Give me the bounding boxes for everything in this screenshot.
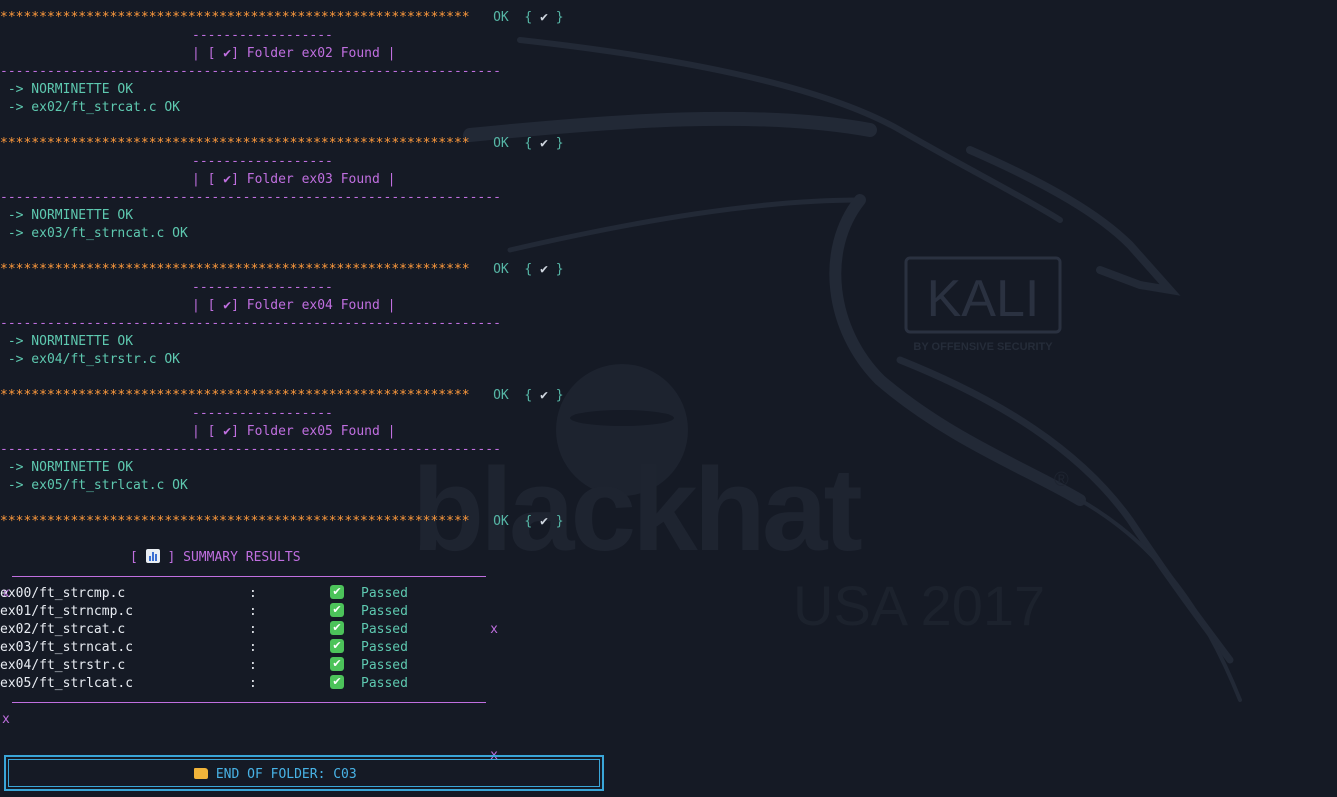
check-box-icon: ✔ bbox=[330, 585, 344, 599]
end-of-folder-label: END OF FOLDER: C03 bbox=[215, 767, 357, 782]
check-box-icon: ✔ bbox=[330, 621, 344, 635]
folder-label-top-rule: ------------------ bbox=[192, 406, 333, 421]
check-icon: ✔ bbox=[540, 262, 548, 277]
check-box-icon: ✔ bbox=[330, 675, 344, 689]
folder-label-top-rule: ------------------ bbox=[192, 154, 333, 169]
check-box-icon: ✔ bbox=[330, 657, 344, 671]
summary-row: ex04/ft_strstr.c: ✔ Passed bbox=[0, 657, 408, 673]
terminal-output[interactable]: ****************************************… bbox=[0, 0, 1337, 797]
separator-line: ****************************************… bbox=[0, 514, 564, 529]
summary-title: [ ] SUMMARY RESULTS bbox=[130, 549, 301, 565]
folder-found-label: | [ ✔] Folder ex03 Found | bbox=[192, 172, 396, 187]
bar-chart-icon bbox=[145, 549, 160, 563]
file-result: -> ex03/ft_strncat.c OK bbox=[0, 226, 188, 241]
summary-row: ex00/ft_strcmp.c: ✔ Passed bbox=[0, 585, 408, 601]
summary-row: ex03/ft_strncat.c: ✔ Passed bbox=[0, 639, 408, 655]
summary-row: ex05/ft_strlcat.c: ✔ Passed bbox=[0, 675, 408, 691]
check-box-icon: ✔ bbox=[330, 603, 344, 617]
end-of-folder-box: END OF FOLDER: C03 bbox=[4, 755, 604, 791]
folder-found-label: | [ ✔] Folder ex04 Found | bbox=[192, 298, 396, 313]
norminette-status: -> NORMINETTE OK bbox=[0, 460, 134, 475]
file-result: -> ex02/ft_strcat.c OK bbox=[0, 100, 181, 115]
separator-line: ****************************************… bbox=[0, 388, 564, 403]
separator-line: ****************************************… bbox=[0, 136, 564, 151]
divider: ----------------------------------------… bbox=[0, 190, 501, 205]
divider: ----------------------------------------… bbox=[0, 316, 501, 331]
folder-label-top-rule: ------------------ bbox=[192, 280, 333, 295]
open-folder-icon bbox=[194, 768, 208, 779]
summary-top-rule: x x bbox=[0, 567, 498, 637]
file-result: -> ex04/ft_strstr.c OK bbox=[0, 352, 181, 367]
folder-found-label: | [ ✔] Folder ex02 Found | bbox=[192, 46, 396, 61]
folder-label-top-rule: ------------------ bbox=[192, 28, 333, 43]
check-icon: ✔ bbox=[540, 136, 548, 151]
divider: ----------------------------------------… bbox=[0, 442, 501, 457]
check-icon: ✔ bbox=[540, 388, 548, 403]
separator-line: ****************************************… bbox=[0, 10, 564, 25]
check-icon: ✔ bbox=[540, 10, 548, 25]
summary-bottom-rule: x x bbox=[0, 693, 498, 763]
summary-row: ex02/ft_strcat.c: ✔ Passed bbox=[0, 621, 408, 637]
norminette-status: -> NORMINETTE OK bbox=[0, 334, 134, 349]
separator-line: ****************************************… bbox=[0, 262, 564, 277]
check-box-icon: ✔ bbox=[330, 639, 344, 653]
summary-row: ex01/ft_strncmp.c: ✔ Passed bbox=[0, 603, 408, 619]
divider: ----------------------------------------… bbox=[0, 64, 501, 79]
norminette-status: -> NORMINETTE OK bbox=[0, 208, 134, 223]
file-result: -> ex05/ft_strlcat.c OK bbox=[0, 478, 188, 493]
folder-found-label: | [ ✔] Folder ex05 Found | bbox=[192, 424, 396, 439]
check-icon: ✔ bbox=[540, 514, 548, 529]
norminette-status: -> NORMINETTE OK bbox=[0, 82, 134, 97]
